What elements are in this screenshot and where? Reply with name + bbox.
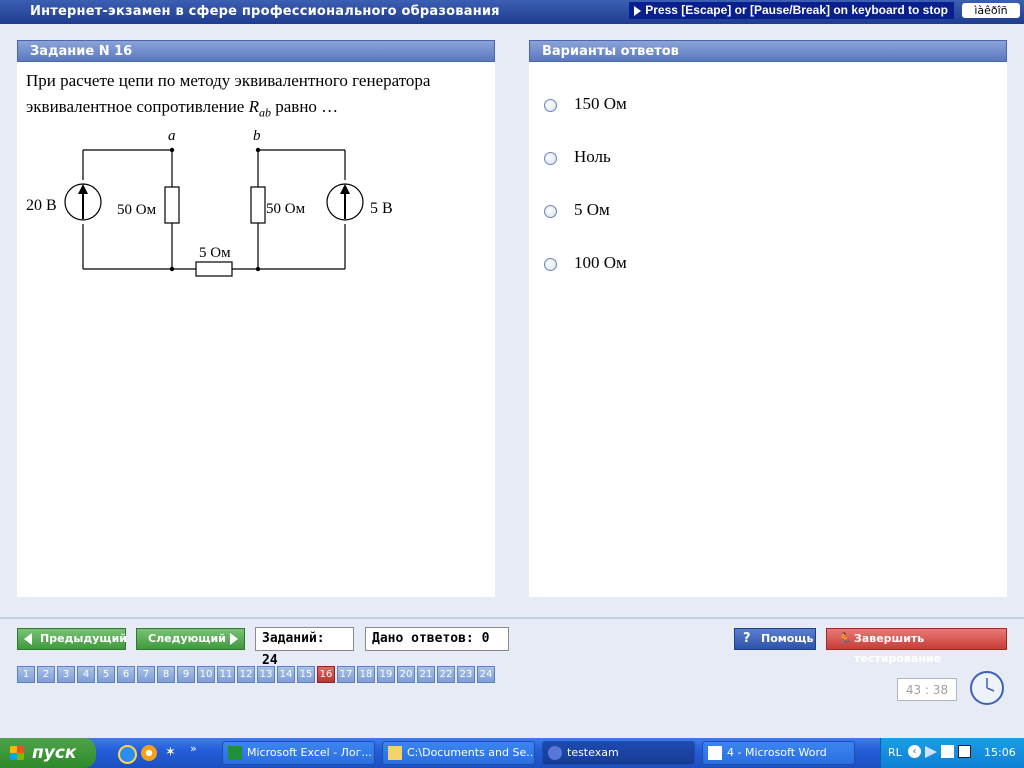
res-left-label: 50 Ом [117, 202, 157, 218]
arrow-right-icon [230, 633, 238, 645]
answers-panel: Варианты ответов [529, 40, 1007, 597]
page-button-15[interactable]: 15 [297, 666, 315, 683]
page-button-17[interactable]: 17 [337, 666, 355, 683]
page-button-7[interactable]: 7 [137, 666, 155, 683]
answer-label: 150 Ом [574, 94, 627, 113]
node-b-label: b [253, 128, 261, 144]
tasks-count: Заданий: 24 [255, 627, 354, 668]
tray-play-icon[interactable] [925, 746, 937, 758]
question-text: При расчете цепи по методу эквивалентног… [26, 68, 496, 125]
taskbar-item-testexam[interactable]: testexam [542, 741, 695, 765]
page-button-5[interactable]: 5 [97, 666, 115, 683]
src-right-label: 5 В [370, 200, 393, 217]
node-dot [255, 147, 261, 153]
tray-network-icon[interactable] [941, 745, 954, 758]
runner-icon: 🏃 [837, 632, 852, 646]
page-button-1[interactable]: 1 [17, 666, 35, 683]
folder-icon [388, 746, 402, 760]
page-button-20[interactable]: 20 [397, 666, 415, 683]
windows-logo-icon [10, 746, 24, 760]
radio-button[interactable] [544, 205, 557, 218]
chevron-icon[interactable]: » [190, 742, 197, 755]
node-a-label: a [168, 128, 176, 144]
clock-icon [970, 671, 1004, 705]
ie-icon[interactable] [118, 745, 137, 764]
page-button-16[interactable]: 16 [317, 666, 335, 683]
app-icon [548, 746, 562, 760]
node-dot [169, 147, 175, 153]
src-left-label: 20 В [26, 197, 57, 214]
node-dot [169, 266, 175, 272]
app-title: Интернет-экзамен в сфере профессионально… [30, 4, 500, 19]
resistor-left [164, 186, 180, 224]
page-button-2[interactable]: 2 [37, 666, 55, 683]
page-button-6[interactable]: 6 [117, 666, 135, 683]
answer-label: Ноль [574, 147, 611, 166]
resistor-bottom [195, 261, 233, 277]
lang-label[interactable]: RL [888, 746, 902, 759]
arrow-left-icon [24, 633, 32, 645]
answer-label: 100 Ом [574, 253, 627, 272]
taskbar-item-explorer[interactable]: C:\Documents and Se... [382, 741, 535, 765]
next-button[interactable]: Следующий [136, 628, 245, 650]
page-button-10[interactable]: 10 [197, 666, 215, 683]
radio-button[interactable] [544, 152, 557, 165]
answers-given: Дано ответов: 0 [365, 627, 509, 651]
radio-button[interactable] [544, 99, 557, 112]
page-button-11[interactable]: 11 [217, 666, 235, 683]
tray-clock: 15:06 [984, 746, 1016, 759]
page-button-14[interactable]: 14 [277, 666, 295, 683]
page-button-23[interactable]: 23 [457, 666, 475, 683]
help-button[interactable]: ? Помощь [734, 628, 816, 650]
res-bottom-label: 5 Ом [199, 245, 231, 261]
page-button-18[interactable]: 18 [357, 666, 375, 683]
arrow-up-icon [340, 184, 350, 194]
tray-media-icon[interactable] [958, 745, 971, 758]
answer-label: 5 Ом [574, 200, 610, 219]
page-button-4[interactable]: 4 [77, 666, 95, 683]
divider [0, 617, 1024, 619]
prev-button[interactable]: Предыдущий [17, 628, 127, 650]
media-player-icon[interactable] [141, 745, 157, 761]
system-tray: RL ‹ 15:06 [880, 738, 1024, 768]
circuit-diagram: a b 20 В 50 Ом 5 Ом 50 Ом 5 В [26, 128, 393, 277]
page-button-9[interactable]: 9 [177, 666, 195, 683]
var-r: R [248, 97, 259, 116]
tray-arrow-icon[interactable]: ‹ [908, 745, 921, 758]
taskbar-item-word[interactable]: 4 - Microsoft Word [702, 741, 855, 765]
taskbar-item-excel[interactable]: Microsoft Excel - Лог... [222, 741, 375, 765]
var-sub: ab [259, 105, 271, 120]
timer: 43 : 38 [897, 678, 957, 701]
page-button-21[interactable]: 21 [417, 666, 435, 683]
page-button-19[interactable]: 19 [377, 666, 395, 683]
page-button-12[interactable]: 12 [237, 666, 255, 683]
tool-icon[interactable]: ✶ [165, 745, 179, 761]
node-dot [255, 266, 261, 272]
question-header: Задание N 16 [17, 40, 495, 62]
answers-header: Варианты ответов [529, 40, 1007, 62]
res-right-label: 50 Ом [266, 201, 306, 217]
finish-button[interactable]: 🏃 Завершить тестирование [826, 628, 1007, 665]
word-icon [708, 746, 722, 760]
page-button-22[interactable]: 22 [437, 666, 455, 683]
page-button-13[interactable]: 13 [257, 666, 275, 683]
lang-indicator: ìàêðîñ [962, 3, 1020, 18]
page-button-3[interactable]: 3 [57, 666, 75, 683]
arrow-up-icon [78, 184, 88, 194]
radio-button[interactable] [544, 258, 557, 271]
excel-icon [228, 746, 242, 760]
question-mark-icon: ? [743, 631, 751, 646]
escape-hint: Press [Escape] or [Pause/Break] on keybo… [629, 2, 954, 19]
question-line-1: При расчете цепи по методу эквивалентног… [26, 71, 431, 90]
page-button-8[interactable]: 8 [157, 666, 175, 683]
start-button[interactable]: пуск [0, 738, 96, 768]
resistor-right [250, 186, 266, 224]
page-button-24[interactable]: 24 [477, 666, 495, 683]
